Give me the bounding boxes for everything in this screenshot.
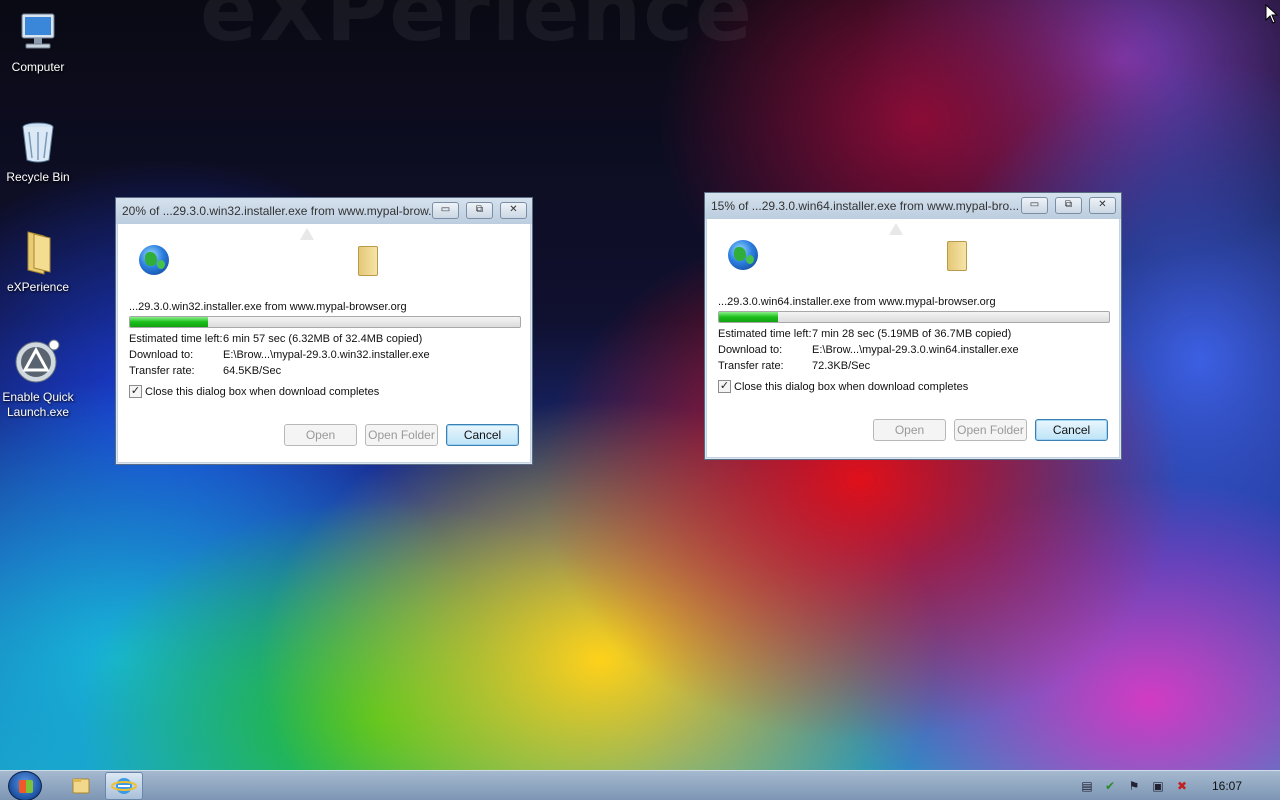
window-title: 20% of ...29.3.0.win32.installer.exe fro… — [122, 204, 432, 218]
desktop-icon-label: Enable Quick Launch.exe — [2, 390, 74, 419]
quick-launch-icon — [14, 338, 62, 386]
taskbar-explorer-button[interactable] — [62, 772, 100, 800]
network-icon[interactable]: ▣ — [1151, 779, 1165, 793]
download-dialog-win32[interactable]: 20% of ...29.3.0.win32.installer.exe fro… — [115, 197, 533, 465]
download-filename: ...29.3.0.win32.installer.exe from www.m… — [129, 301, 407, 313]
open-button[interactable]: Open — [873, 419, 946, 441]
restore-button[interactable]: ⧉ — [466, 202, 493, 219]
estimated-time-label: Estimated time left: — [718, 328, 812, 340]
open-button[interactable]: Open — [284, 424, 357, 446]
download-progress-fill — [719, 312, 778, 322]
flag-icon[interactable]: ⚑ — [1127, 779, 1141, 793]
title-bar[interactable]: 20% of ...29.3.0.win32.installer.exe fro… — [116, 198, 532, 224]
flying-document-icon — [300, 228, 314, 240]
close-when-done-checkbox[interactable]: ✓ — [129, 385, 142, 398]
taskbar-browser-button[interactable] — [105, 772, 143, 800]
title-bar[interactable]: 15% of ...29.3.0.win64.installer.exe fro… — [705, 193, 1121, 219]
notes-icon[interactable]: ▤ — [1080, 779, 1094, 793]
cancel-button[interactable]: Cancel — [1035, 419, 1108, 441]
folder-icon — [358, 246, 378, 276]
close-button[interactable]: ✕ — [1089, 197, 1116, 214]
close-when-done-checkbox[interactable]: ✓ — [718, 380, 731, 393]
flying-document-icon — [889, 223, 903, 235]
desktop-icon-label: Computer — [11, 60, 65, 74]
wallpaper-watermark: eXPerience — [200, 0, 755, 60]
transfer-rate-value: 64.5KB/Sec — [223, 365, 282, 377]
transfer-rate-label: Transfer rate: — [718, 360, 784, 372]
transfer-rate-value: 72.3KB/Sec — [812, 360, 871, 372]
dialog-body: ...29.3.0.win64.installer.exe from www.m… — [707, 219, 1119, 457]
open-folder-button[interactable]: Open Folder — [954, 419, 1027, 441]
download-progress-fill — [130, 317, 208, 327]
open-folder-button[interactable]: Open Folder — [365, 424, 438, 446]
download-progress-bar — [718, 311, 1110, 323]
download-to-value: E:\Brow...\mypal-29.3.0.win64.installer.… — [812, 344, 1019, 356]
desktop-icon-recycle-bin[interactable]: Recycle Bin — [0, 118, 76, 185]
download-to-value: E:\Brow...\mypal-29.3.0.win32.installer.… — [223, 349, 430, 361]
close-button[interactable]: ✕ — [500, 202, 527, 219]
minimize-button[interactable]: ▭ — [432, 202, 459, 219]
globe-icon — [139, 245, 169, 275]
computer-icon — [14, 8, 62, 56]
folder-icon — [14, 228, 62, 276]
cancel-button[interactable]: Cancel — [446, 424, 519, 446]
folder-icon — [72, 778, 90, 794]
estimated-time-value: 7 min 28 sec (5.19MB of 36.7MB copied) — [812, 328, 1012, 340]
taskbar-clock[interactable]: 16:07 — [1212, 779, 1242, 793]
download-to-label: Download to: — [129, 349, 194, 361]
transfer-rate-label: Transfer rate: — [129, 365, 195, 377]
close-when-done-label[interactable]: Close this dialog box when download comp… — [734, 381, 968, 393]
desktop-icon-experience[interactable]: eXPerience — [0, 228, 76, 295]
globe-icon — [728, 240, 758, 270]
start-button[interactable] — [8, 771, 42, 800]
mouse-cursor-icon — [1265, 3, 1279, 29]
estimated-time-label: Estimated time left: — [129, 333, 223, 345]
security-icon[interactable]: ✔ — [1103, 779, 1117, 793]
recycle-bin-icon — [14, 118, 62, 166]
desktop-icon-label: Recycle Bin — [6, 170, 70, 184]
download-filename: ...29.3.0.win64.installer.exe from www.m… — [718, 296, 996, 308]
window-title: 15% of ...29.3.0.win64.installer.exe fro… — [711, 199, 1020, 213]
dialog-body: ...29.3.0.win32.installer.exe from www.m… — [118, 224, 530, 462]
desktop-icon-label: eXPerience — [6, 280, 70, 294]
restore-button[interactable]: ⧉ — [1055, 197, 1082, 214]
volume-muted-icon[interactable]: ✖ — [1175, 779, 1189, 793]
minimize-button[interactable]: ▭ — [1021, 197, 1048, 214]
download-progress-bar — [129, 316, 521, 328]
windows-logo-icon — [19, 780, 33, 793]
desktop-icon-quick-launch[interactable]: Enable Quick Launch.exe — [0, 338, 76, 420]
browser-icon — [111, 778, 137, 794]
desktop-icon-computer[interactable]: Computer — [0, 8, 76, 75]
download-dialog-win64[interactable]: 15% of ...29.3.0.win64.installer.exe fro… — [704, 192, 1122, 460]
folder-icon — [947, 241, 967, 271]
estimated-time-value: 6 min 57 sec (6.32MB of 32.4MB copied) — [223, 333, 423, 345]
close-when-done-label[interactable]: Close this dialog box when download comp… — [145, 386, 379, 398]
taskbar: ▤ ✔ ⚑ ▣ ✖ 16:07 — [0, 770, 1280, 800]
download-to-label: Download to: — [718, 344, 783, 356]
